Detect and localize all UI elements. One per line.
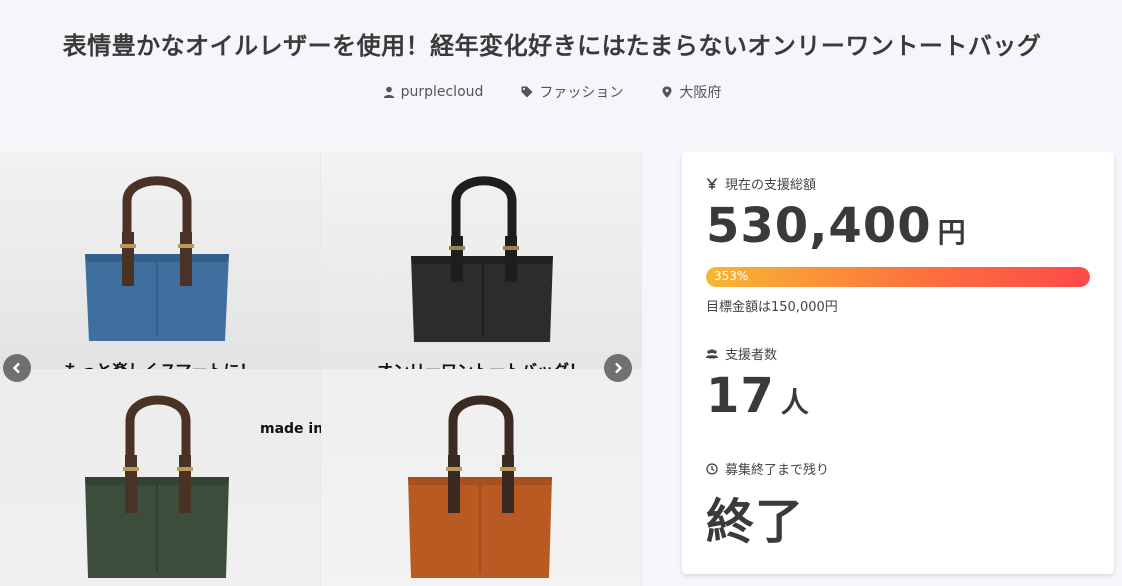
gallery-panel-blue: もっと楽しくスマートに！ xyxy=(0,152,320,380)
total-amount: 530,400 円 xyxy=(706,198,967,254)
total-label: 現在の支援総額 xyxy=(706,174,816,193)
funding-summary-card: 現在の支援総額 530,400 円 353% 目標金額は150,000円 支援者… xyxy=(682,152,1114,574)
author-link[interactable]: purplecloud xyxy=(383,82,484,102)
yen-icon xyxy=(706,177,718,189)
progress-bar-fill xyxy=(706,267,1090,287)
remaining-label-text: 募集終了まで残り xyxy=(725,463,830,478)
tag-icon xyxy=(521,86,533,98)
gallery-panel-green: made in Japan xyxy=(0,369,372,586)
supporters-count-value: 17 xyxy=(706,368,775,424)
black-tote-bag-image xyxy=(411,176,553,342)
gallery-panel-black: オンリーワントートバッグ！ xyxy=(321,152,641,380)
goal-amount: 目標金額は150,000円 xyxy=(706,300,838,315)
supporters-count-unit: 人 xyxy=(780,386,810,419)
category-name: ファッション xyxy=(539,85,624,101)
user-icon xyxy=(383,86,394,98)
users-icon xyxy=(706,348,718,358)
brown-tote-bag-image xyxy=(408,395,552,578)
location-name: 大阪府 xyxy=(679,85,722,101)
remaining-value: 終了 xyxy=(706,494,805,550)
category-link[interactable]: ファッション xyxy=(521,82,623,102)
project-meta: purplecloud ファッション 大阪府 xyxy=(0,82,1104,102)
supporters-label-text: 支援者数 xyxy=(725,348,778,363)
map-pin-icon xyxy=(662,86,672,98)
remaining-label: 募集終了まで残り xyxy=(706,459,829,478)
carousel-next-button[interactable] xyxy=(604,354,632,382)
author-name: purplecloud xyxy=(400,84,484,100)
total-label-text: 現在の支援総額 xyxy=(725,178,817,193)
total-amount-value: 530,400 xyxy=(706,198,932,254)
page-title: 表情豊かなオイルレザーを使用！経年変化好きにはたまらないオンリーワントートバッグ xyxy=(62,32,1042,60)
image-carousel[interactable]: もっと楽しくスマートに！ オンリーワントートバッグ！ made in Japan xyxy=(0,152,642,586)
location-link[interactable]: 大阪府 xyxy=(661,82,721,102)
chevron-left-icon xyxy=(12,362,20,374)
gallery-panel-brown xyxy=(321,369,641,586)
carousel-prev-button[interactable] xyxy=(3,354,31,382)
chevron-right-icon xyxy=(615,362,623,374)
blue-tote-bag-image xyxy=(85,176,229,341)
green-tote-bag-image xyxy=(85,395,229,578)
supporters-count: 17 人 xyxy=(706,368,810,424)
total-amount-unit: 円 xyxy=(937,216,967,249)
supporters-label: 支援者数 xyxy=(706,344,777,363)
clock-icon xyxy=(706,462,718,475)
progress-bar: 353% xyxy=(706,267,1090,287)
progress-percent: 353% xyxy=(714,269,749,283)
